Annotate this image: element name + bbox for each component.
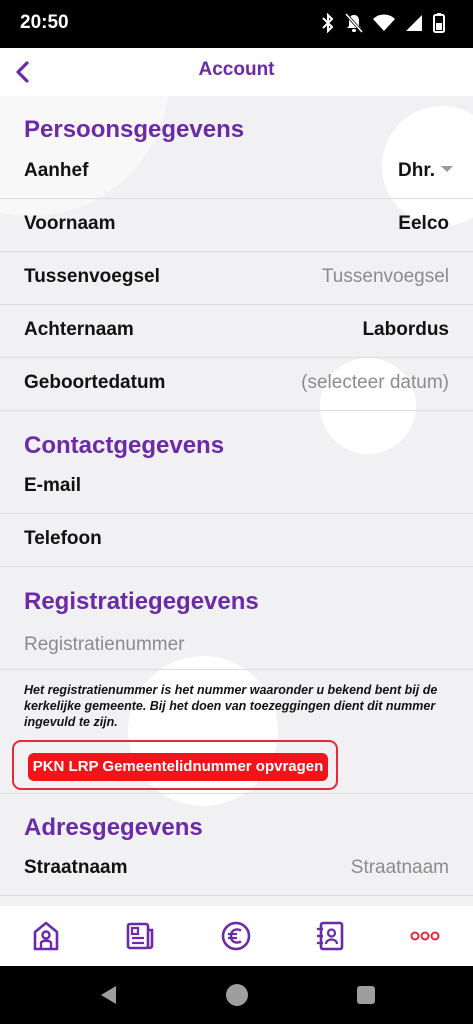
status-time: 20:50: [20, 12, 69, 33]
tussenvoegsel-input[interactable]: Tussenvoegsel: [322, 266, 449, 288]
aanhef-dropdown[interactable]: Dhr.: [398, 160, 453, 182]
dropdown-caret-icon: [441, 165, 453, 172]
wifi-icon: [373, 14, 395, 31]
back-triangle-icon[interactable]: [98, 984, 120, 1006]
voornaam-input[interactable]: Eelco: [398, 213, 449, 235]
field-label: Tussenvoegsel: [24, 266, 160, 287]
euro-icon[interactable]: [220, 920, 252, 952]
field-geboortedatum[interactable]: Geboortedatum (selecteer datum): [0, 358, 473, 411]
field-telefoon[interactable]: Telefoon: [0, 514, 473, 567]
contacts-icon[interactable]: [314, 920, 346, 952]
home-circle-icon[interactable]: [225, 983, 249, 1007]
field-label: Achternaam: [24, 319, 134, 340]
bottom-nav: [0, 906, 473, 966]
home-icon[interactable]: [30, 920, 62, 952]
battery-icon: [433, 13, 445, 33]
account-form[interactable]: Persoonsgegevens Aanhef Dhr. Voornaam Ee…: [0, 96, 473, 906]
bell-off-icon: [345, 13, 363, 33]
registration-note: Het registratienummer is het nummer waar…: [24, 683, 438, 729]
recents-square-icon[interactable]: [356, 985, 376, 1005]
bluetooth-icon: [322, 13, 334, 33]
section-title-contact: Contactgegevens: [24, 432, 225, 459]
status-bar: 20:50: [0, 0, 473, 48]
field-aanhef[interactable]: Aanhef Dhr.: [0, 146, 473, 199]
divider: [0, 793, 473, 794]
achternaam-input[interactable]: Labordus: [362, 319, 449, 341]
signal-icon: [406, 15, 422, 31]
pkn-request-button[interactable]: PKN LRP Gemeentelidnummer opvragen: [28, 753, 328, 781]
app-header: Account: [0, 48, 473, 96]
status-icons: [321, 13, 445, 33]
geboortedatum-picker[interactable]: (selecteer datum): [301, 372, 449, 394]
field-label: Aanhef: [24, 160, 89, 181]
field-achternaam[interactable]: Achternaam Labordus: [0, 305, 473, 358]
news-icon[interactable]: [124, 920, 156, 952]
more-icon[interactable]: [410, 920, 440, 952]
field-voornaam[interactable]: Voornaam Eelco: [0, 199, 473, 252]
field-tussenvoegsel[interactable]: Tussenvoegsel Tussenvoegsel: [0, 252, 473, 305]
field-straatnaam[interactable]: Straatnaam Straatnaam: [0, 843, 473, 896]
registratienummer-input[interactable]: Registratienummer: [24, 634, 185, 656]
section-title-personal: Persoonsgegevens: [24, 116, 245, 143]
section-title-registration: Registratiegegevens: [24, 588, 259, 615]
system-nav-bar: [0, 966, 473, 1024]
field-label: Telefoon: [24, 528, 102, 549]
field-registratienummer[interactable]: Registratienummer: [0, 622, 473, 670]
field-email[interactable]: E-mail: [0, 461, 473, 514]
field-label: E-mail: [24, 475, 82, 496]
page-title: Account: [198, 59, 275, 80]
field-label: Voornaam: [24, 213, 116, 234]
field-label: Straatnaam: [24, 857, 128, 878]
aanhef-value: Dhr.: [398, 160, 435, 181]
straatnaam-input[interactable]: Straatnaam: [351, 857, 449, 879]
section-title-address: Adresgegevens: [24, 814, 203, 841]
field-label: Geboortedatum: [24, 372, 166, 393]
